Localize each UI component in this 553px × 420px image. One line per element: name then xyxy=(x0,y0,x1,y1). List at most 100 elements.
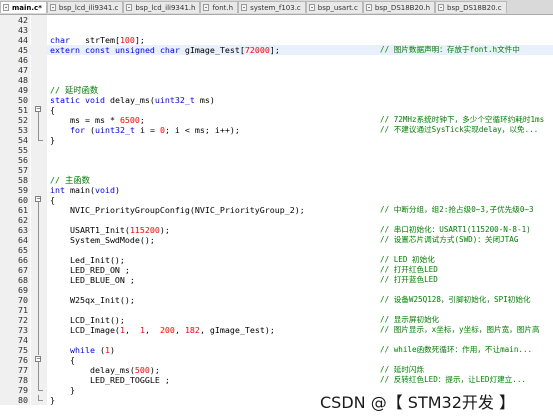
code-line[interactable]: 52 ms = ms * 6500; // 72MHz系统时钟下，多少个空循环约耗… xyxy=(0,115,553,125)
line-number[interactable]: 59 xyxy=(0,185,30,195)
code-line[interactable]: 66 Led_Init(); // LED 初始化 xyxy=(0,255,553,265)
code-line[interactable]: 47 xyxy=(0,65,553,75)
line-number[interactable]: 80 xyxy=(0,395,30,405)
code-editor[interactable]: 42 43 44 char strTem[100]; 45 extern const un… xyxy=(0,15,553,420)
line-number[interactable]: 74 xyxy=(0,335,30,345)
line-number[interactable]: 50 xyxy=(0,95,30,105)
line-number[interactable]: 64 xyxy=(0,235,30,245)
line-number[interactable]: 45 xyxy=(0,45,30,55)
line-number[interactable]: 49 xyxy=(0,85,30,95)
code-line[interactable]: 45 extern const unsigned char gImage_Test… xyxy=(0,45,553,55)
line-number[interactable]: 75 xyxy=(0,345,30,355)
code-line[interactable]: 51− { xyxy=(0,105,553,115)
code-line[interactable]: 48 xyxy=(0,75,553,85)
line-number[interactable]: 71 xyxy=(0,305,30,315)
code-line[interactable]: 59 int main(void) xyxy=(0,185,553,195)
line-number[interactable]: 63 xyxy=(0,225,30,235)
line-number[interactable]: 62 xyxy=(0,215,30,225)
line-number[interactable]: 65 xyxy=(0,245,30,255)
code-line[interactable]: 63 USART1_Init(115200); // 串口初始化：USART1(1… xyxy=(0,225,553,235)
code-line[interactable]: 65 xyxy=(0,245,553,255)
line-number[interactable]: 56 xyxy=(0,155,30,165)
file-icon xyxy=(365,4,372,11)
line-number[interactable]: 72 xyxy=(0,315,30,325)
line-number[interactable]: 58 xyxy=(0,175,30,185)
code-line[interactable]: 70 W25qx_Init(); // 设备W25Q128，引脚初始化，SPI初始… xyxy=(0,295,553,305)
code-line[interactable]: 56 xyxy=(0,155,553,165)
code-line[interactable]: 49 // 延时函数 xyxy=(0,85,553,95)
line-number[interactable]: 68 xyxy=(0,275,30,285)
code-line[interactable]: 72 LCD_Init(); // 显示屏初始化 xyxy=(0,315,553,325)
fold-margin[interactable]: − xyxy=(31,105,47,115)
tab-4[interactable]: system_f103.c xyxy=(238,1,306,13)
line-number[interactable]: 61 xyxy=(0,205,30,215)
line-number[interactable]: 43 xyxy=(0,25,30,35)
fold-margin[interactable]: − xyxy=(31,355,47,365)
code-line[interactable]: 43 xyxy=(0,25,553,35)
tab-1[interactable]: bsp_lcd_ili9341.c xyxy=(46,1,124,13)
code-line[interactable]: 53 for (uint32_t i = 0; i < ms; i++); // … xyxy=(0,125,553,135)
line-number[interactable]: 54 xyxy=(0,135,30,145)
code-line[interactable]: 74 xyxy=(0,335,553,345)
line-number[interactable]: 77 xyxy=(0,365,30,375)
tab-3[interactable]: font.h xyxy=(200,1,239,13)
line-number[interactable]: 47 xyxy=(0,65,30,75)
code-line[interactable]: 50 static void delay_ms(uint32_t ms) xyxy=(0,95,553,105)
line-number[interactable]: 76 xyxy=(0,355,30,365)
code-line[interactable]: 73 LCD_Image(1, 1, 200, 182, gImage_Test… xyxy=(0,325,553,335)
code-line[interactable]: 46 xyxy=(0,55,553,65)
code-comment: // 不建议通过SysTick实现delay，以免... xyxy=(380,125,539,134)
code-line[interactable]: 62 xyxy=(0,215,553,225)
code-line[interactable]: 71 xyxy=(0,305,553,315)
code-text: LCD_Init(); xyxy=(50,315,125,325)
code-line[interactable]: 61 NVIC_PriorityGroupConfig(NVIC_Priorit… xyxy=(0,205,553,215)
line-number[interactable]: 70 xyxy=(0,295,30,305)
fold-margin xyxy=(31,395,47,405)
code-line[interactable]: 58 // 主函数 xyxy=(0,175,553,185)
fold-collapse-icon[interactable]: − xyxy=(35,196,41,202)
code-line[interactable]: 69 xyxy=(0,285,553,295)
tab-5[interactable]: bsp_usart.c xyxy=(305,1,363,13)
code-line[interactable]: 44 char strTem[100]; xyxy=(0,35,553,45)
line-number[interactable]: 46 xyxy=(0,55,30,65)
line-number[interactable]: 53 xyxy=(0,125,30,135)
code-line[interactable]: 42 xyxy=(0,15,553,25)
line-number[interactable]: 42 xyxy=(0,15,30,25)
code-line[interactable]: 60− { xyxy=(0,195,553,205)
line-number[interactable]: 73 xyxy=(0,325,30,335)
fold-collapse-icon[interactable]: − xyxy=(35,106,41,112)
code-line[interactable]: 67 LED_RED_ON ; // 打开红色LED xyxy=(0,265,553,275)
line-number[interactable]: 48 xyxy=(0,75,30,85)
code-line[interactable]: 77 delay_ms(500); // 延时闪烁 xyxy=(0,365,553,375)
line-number[interactable]: 66 xyxy=(0,255,30,265)
line-number[interactable]: 78 xyxy=(0,375,30,385)
code-line[interactable]: 54} xyxy=(0,135,553,145)
code-line[interactable]: 78 LED_RED_TOGGLE ; // 反转红色LED：提示，让LED灯建立… xyxy=(0,375,553,385)
line-number[interactable]: 57 xyxy=(0,165,30,175)
code-text: for (uint32_t i = 0; i < ms; i++); xyxy=(69,125,240,135)
line-number[interactable]: 44 xyxy=(0,35,30,45)
tab-6[interactable]: bsp_DS18B20.h xyxy=(362,1,436,13)
fold-margin xyxy=(31,185,47,195)
fold-margin xyxy=(31,165,47,175)
code-line[interactable]: 55 xyxy=(0,145,553,155)
line-number[interactable]: 55 xyxy=(0,145,30,155)
line-number[interactable]: 79 xyxy=(0,385,30,395)
tab-2[interactable]: bsp_lcd_ili9341.h xyxy=(123,1,201,13)
tab-7[interactable]: bsp_DS18B20.c xyxy=(435,1,507,13)
fold-margin[interactable]: − xyxy=(31,195,47,205)
line-number[interactable]: 67 xyxy=(0,265,30,275)
line-number[interactable]: 69 xyxy=(0,285,30,295)
code-line[interactable]: 57 xyxy=(0,165,553,175)
code-line[interactable]: 75 while (1) // while函数死循环：作用，不让main... xyxy=(0,345,553,355)
line-number[interactable]: 60 xyxy=(0,195,30,205)
line-number[interactable]: 51 xyxy=(0,105,30,115)
fold-collapse-icon[interactable]: − xyxy=(35,356,41,362)
code-line[interactable]: 68 LED_BLUE_ON ; // 打开蓝色LED xyxy=(0,275,553,285)
code-line[interactable]: 76− { xyxy=(0,355,553,365)
code-line[interactable]: 64 System_SwdMode(); // 设置芯片调试方式(SWD)：关闭J… xyxy=(0,235,553,245)
tab-0[interactable]: main.c* xyxy=(0,1,47,13)
line-number[interactable]: 52 xyxy=(0,115,30,125)
